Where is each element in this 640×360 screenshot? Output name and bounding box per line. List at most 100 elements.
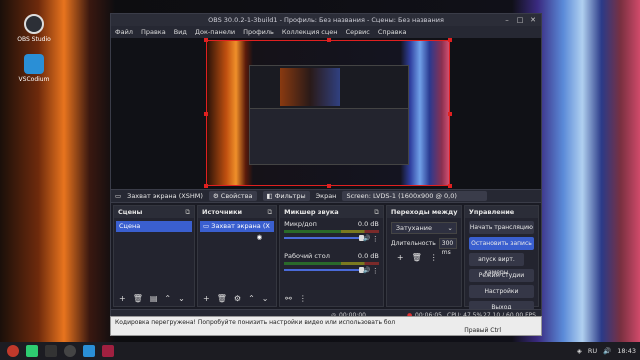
- channel-db: 0.0 dB: [357, 220, 379, 228]
- nested-screen-capture: [249, 65, 409, 165]
- resize-handle[interactable]: [204, 38, 208, 42]
- duration-row: Длительность 300 ms: [390, 238, 457, 256]
- channel-db: 0.0 dB: [357, 252, 379, 260]
- gear-icon[interactable]: ⚙: [234, 294, 241, 303]
- duration-label: Длительность: [390, 240, 436, 247]
- obs-window: OBS 30.0.2-1-3build1 - Профиль: Без назв…: [110, 13, 542, 321]
- obs-task-icon[interactable]: [64, 345, 76, 357]
- dock-menu-icon[interactable]: ⧉: [267, 206, 272, 218]
- dock-menu-icon[interactable]: ⧉: [185, 206, 190, 218]
- monitor-icon: ▭: [115, 192, 122, 200]
- preview-area[interactable]: [111, 38, 541, 189]
- nested-preview-image: [280, 68, 340, 106]
- taskbar: ◈ RU 🔊 18:43: [0, 342, 640, 360]
- menu-tools[interactable]: Сервис: [346, 28, 370, 36]
- start-streaming-button[interactable]: Начать трансляцию: [468, 221, 534, 234]
- dock-title: Управление: [464, 206, 538, 218]
- vscodium-task-icon[interactable]: [83, 345, 95, 357]
- desktop-icon-vscodium[interactable]: VSCodium: [14, 54, 54, 83]
- menu-help[interactable]: Справка: [378, 28, 407, 36]
- delete-icon[interactable]: 🗑: [133, 294, 143, 303]
- sources-dock: Источники ⧉ ▭ Захват экрана (X ◉ + 🗑 ⚙ ⌃ …: [197, 205, 278, 307]
- preview-canvas[interactable]: [204, 38, 452, 188]
- files-icon[interactable]: [26, 345, 38, 357]
- delete-icon[interactable]: 🗑: [412, 253, 422, 262]
- screen-select[interactable]: Screen: LVDS-1 (1600x900 @ 0,0): [342, 191, 488, 201]
- start-virtual-camera-button[interactable]: апуск вирт. камеры: [468, 253, 524, 276]
- desktop-icon-obs[interactable]: OBS Studio: [14, 14, 54, 43]
- desktop-icon-label: OBS Studio: [17, 36, 51, 43]
- eye-icon[interactable]: ◉: [256, 232, 262, 243]
- resize-handle[interactable]: [448, 184, 452, 188]
- filter-icon[interactable]: ▤: [150, 294, 158, 303]
- record-task-icon[interactable]: [102, 345, 114, 357]
- kebab-icon[interactable]: ⋮: [430, 253, 438, 262]
- scene-item[interactable]: Сцена: [116, 221, 193, 232]
- move-down-icon[interactable]: ⌄: [178, 294, 185, 303]
- move-up-icon[interactable]: ⌃: [248, 294, 255, 303]
- volume-slider[interactable]: [284, 235, 364, 241]
- menu-profile[interactable]: Профиль: [243, 28, 274, 36]
- menu-file[interactable]: Файл: [115, 28, 133, 36]
- scenes-dock: Сцены ⧉ Сцена + 🗑 ▤ ⌃ ⌄: [113, 205, 196, 307]
- close-icon[interactable]: ✕: [529, 16, 537, 24]
- kebab-icon[interactable]: ⋮: [372, 267, 379, 275]
- system-tray: ◈ RU 🔊 18:43: [577, 342, 636, 360]
- settings-button[interactable]: Настройки: [468, 285, 534, 298]
- mixer-dock: Микшер звука ⧉ Микр/доп 0.0 dB 🔊 ⋮ Рабочи…: [279, 205, 384, 307]
- add-icon[interactable]: +: [397, 253, 404, 262]
- studio-mode-button[interactable]: Режим студии: [468, 269, 534, 282]
- clock[interactable]: 18:43: [617, 347, 636, 355]
- transitions-dock: Переходы между сц... Затухание ⌄ Длитель…: [385, 205, 462, 307]
- menu-edit[interactable]: Правка: [141, 28, 166, 36]
- resize-handle[interactable]: [448, 38, 452, 42]
- channel-name: Рабочий стол: [284, 252, 330, 260]
- resize-handle[interactable]: [327, 184, 331, 188]
- kebab-icon[interactable]: ⋮: [299, 294, 307, 303]
- maximize-icon[interactable]: □: [516, 16, 524, 24]
- delete-icon[interactable]: 🗑: [217, 294, 227, 303]
- duration-input[interactable]: 300 ms: [438, 238, 457, 256]
- resize-handle[interactable]: [327, 38, 331, 42]
- resize-handle[interactable]: [204, 112, 208, 116]
- move-up-icon[interactable]: ⌃: [164, 294, 171, 303]
- vscodium-icon: [24, 54, 44, 74]
- speaker-icon[interactable]: 🔊: [363, 267, 370, 274]
- resize-handle[interactable]: [448, 112, 452, 116]
- add-icon[interactable]: +: [203, 294, 210, 303]
- kebab-icon[interactable]: ⋮: [372, 235, 379, 243]
- filters-button[interactable]: ◧ Фильтры: [262, 191, 310, 201]
- volume-icon[interactable]: 🔊: [603, 347, 611, 355]
- locale-indicator[interactable]: RU: [588, 347, 597, 355]
- minimize-icon[interactable]: –: [503, 16, 511, 24]
- monitor-icon: ▭: [203, 222, 210, 230]
- terminal-icon[interactable]: [45, 345, 57, 357]
- sources-toolbar: + 🗑 ⚙ ⌃ ⌄: [198, 292, 276, 304]
- app-menu-icon[interactable]: [7, 345, 19, 357]
- source-toolbar: ▭ Захват экрана (XSHM) ⚙ Свойства ◧ Филь…: [111, 189, 541, 203]
- properties-button[interactable]: ⚙ Свойства: [208, 191, 257, 201]
- docks-row: Сцены ⧉ Сцена + 🗑 ▤ ⌃ ⌄ Источники ⧉ ▭ Захв…: [111, 203, 541, 314]
- source-item[interactable]: ▭ Захват экрана (X ◉: [200, 221, 275, 241]
- source-name: Захват экрана (XSHM): [127, 192, 203, 200]
- network-icon[interactable]: ◈: [577, 347, 582, 355]
- menu-scene-collection[interactable]: Коллекция сцен: [282, 28, 338, 36]
- move-down-icon[interactable]: ⌄: [262, 294, 269, 303]
- dock-title: Переходы между сц...: [386, 206, 461, 228]
- dock-menu-icon[interactable]: ⧉: [374, 206, 379, 218]
- channel-name: Микр/доп: [284, 220, 317, 228]
- resize-handle[interactable]: [204, 184, 208, 188]
- transition-select[interactable]: Затухание ⌄: [390, 222, 457, 234]
- menu-docks[interactable]: Док-панели: [195, 28, 235, 36]
- obs-icon: [24, 14, 44, 34]
- dock-title: Сцены ⧉: [114, 206, 195, 218]
- add-icon[interactable]: +: [119, 294, 126, 303]
- title-bar: OBS 30.0.2-1-3build1 - Профиль: Без назв…: [111, 14, 541, 26]
- volume-slider[interactable]: [284, 267, 364, 273]
- speaker-icon[interactable]: 🔊: [363, 235, 370, 242]
- menu-view[interactable]: Вид: [174, 28, 187, 36]
- stop-recording-button[interactable]: Остановить запись: [468, 237, 534, 250]
- link-icon[interactable]: ⚯: [285, 294, 292, 303]
- nested-docks-image: [250, 108, 408, 164]
- chevron-down-icon: ⌄: [447, 224, 453, 232]
